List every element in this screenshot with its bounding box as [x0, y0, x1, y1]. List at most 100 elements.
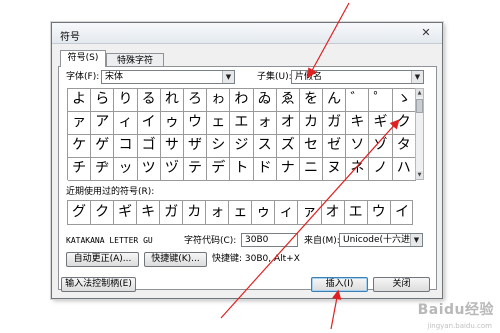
symbol-cell[interactable]: ニ [299, 158, 324, 181]
character-grid[interactable]: よらりるれろゎわゐゑをん゛゜ゝァアィイゥウェエォオカガキギクケゲコゴサザシジスズ… [67, 88, 416, 181]
symbol-cell[interactable]: ェ [207, 112, 231, 135]
recent-symbol-cell[interactable]: キ [137, 201, 161, 224]
symbol-cell[interactable]: ろ [183, 89, 208, 112]
symbol-cell[interactable]: ん [323, 89, 347, 112]
symbol-cell[interactable]: ゝ [392, 89, 416, 112]
symbol-cell[interactable]: セ [299, 135, 324, 158]
symbol-cell[interactable]: ヂ [91, 158, 115, 181]
symbol-cell[interactable]: ゐ [253, 89, 277, 112]
symbol-cell[interactable]: ア [91, 112, 115, 135]
symbol-cell[interactable]: ォ [253, 112, 277, 135]
symbol-cell[interactable]: ガ [323, 112, 347, 135]
symbol-cell[interactable]: ス [253, 135, 277, 158]
symbol-cell[interactable]: を [299, 89, 324, 112]
character-name: KATAKANA LETTER GU [66, 236, 153, 245]
symbol-cell[interactable]: オ [276, 112, 300, 135]
symbol-cell[interactable]: ズ [276, 135, 300, 158]
symbol-cell[interactable]: ト [230, 158, 254, 181]
recent-symbol-cell[interactable]: ク [91, 201, 115, 224]
symbol-cell[interactable]: ツ [137, 158, 161, 181]
from-select[interactable]: Unicode(十六进制) ▼ [339, 233, 423, 247]
char-code-input[interactable]: 30B0 [241, 233, 298, 247]
symbol-cell[interactable]: エ [230, 112, 254, 135]
chevron-down-icon[interactable]: ▼ [411, 71, 423, 83]
symbol-cell[interactable]: ネ [346, 158, 370, 181]
scroll-thumb[interactable] [416, 99, 423, 113]
symbol-cell[interactable]: ノ [369, 158, 393, 181]
symbol-cell[interactable]: ジ [230, 135, 254, 158]
symbol-cell[interactable]: ウ [183, 112, 208, 135]
shortcut-key-info: 快捷键: 30B0, Alt+X [212, 254, 300, 264]
symbol-cell[interactable]: ィ [114, 112, 138, 135]
symbol-cell[interactable]: ら [91, 89, 115, 112]
chevron-down-icon[interactable]: ▼ [410, 234, 422, 246]
symbol-cell[interactable]: ナ [276, 158, 300, 181]
symbol-cell[interactable]: コ [114, 135, 138, 158]
recent-symbol-cell[interactable]: ウ [368, 201, 391, 224]
recent-symbol-cell[interactable]: カ [183, 201, 207, 224]
scroll-up-icon[interactable]: ▲ [416, 89, 423, 97]
symbol-cell[interactable]: れ [160, 89, 184, 112]
symbol-cell[interactable]: ゛ [346, 89, 370, 112]
symbol-cell[interactable]: デ [207, 158, 231, 181]
close-button[interactable]: 关闭 [373, 277, 430, 292]
symbol-cell[interactable]: ヅ [160, 158, 184, 181]
recent-symbol-cell[interactable]: イ [391, 201, 414, 224]
recent-symbol-cell[interactable]: ゥ [252, 201, 276, 224]
symbol-cell[interactable]: ゼ [323, 135, 347, 158]
symbol-cell[interactable]: ゲ [91, 135, 115, 158]
symbol-cell[interactable]: シ [207, 135, 231, 158]
recent-symbol-cell[interactable]: ァ [298, 201, 322, 224]
insert-button[interactable]: 插入(I) [311, 277, 368, 292]
recent-symbol-cell[interactable]: グ [68, 201, 92, 224]
symbol-cell[interactable]: サ [160, 135, 184, 158]
recent-symbol-cell[interactable]: ォ [206, 201, 230, 224]
symbol-cell[interactable]: ゾ [369, 135, 393, 158]
symbol-cell[interactable]: る [137, 89, 161, 112]
symbol-cell[interactable]: わ [230, 89, 254, 112]
autocorrect-button[interactable]: 自动更正(A)... [66, 252, 139, 267]
ime-control-button[interactable]: 输入法控制柄(E) [61, 277, 136, 292]
tab-symbols[interactable]: 符号(S) [60, 50, 106, 67]
font-select[interactable]: 宋体 ▼ [101, 70, 235, 84]
recent-symbol-cell[interactable]: ェ [229, 201, 253, 224]
symbol-cell[interactable]: よ [68, 89, 92, 112]
char-code-label: 字符代码(C): [184, 236, 237, 246]
symbol-cell[interactable]: ッ [114, 158, 138, 181]
close-icon[interactable]: ✕ [418, 26, 434, 40]
symbol-cell[interactable]: ゥ [160, 112, 184, 135]
symbol-cell[interactable]: イ [137, 112, 161, 135]
symbol-cell[interactable]: ク [392, 112, 416, 135]
symbol-cell[interactable]: ハ [392, 158, 416, 181]
symbol-cell[interactable]: タ [392, 135, 416, 158]
symbol-cell[interactable]: ド [253, 158, 277, 181]
recent-symbol-cell[interactable]: オ [322, 201, 345, 224]
scroll-down-icon[interactable]: ▼ [416, 171, 423, 179]
symbol-cell[interactable]: ヌ [323, 158, 347, 181]
chevron-down-icon[interactable]: ▼ [222, 71, 234, 83]
symbol-cell[interactable]: り [114, 89, 138, 112]
symbol-cell[interactable]: ケ [68, 135, 92, 158]
symbol-cell[interactable]: ギ [369, 112, 393, 135]
recent-symbol-cell[interactable]: ギ [114, 201, 138, 224]
subset-select[interactable]: 片假名 ▼ [291, 70, 424, 84]
symbol-cell[interactable]: キ [346, 112, 370, 135]
symbol-cell[interactable]: カ [299, 112, 324, 135]
recent-symbol-cell[interactable]: ィ [275, 201, 299, 224]
symbol-cell[interactable]: ゜ [369, 89, 393, 112]
symbol-cell[interactable]: ザ [183, 135, 208, 158]
symbol-cell[interactable]: ァ [68, 112, 92, 135]
recent-symbol-cell[interactable]: エ [345, 201, 368, 224]
symbol-cell[interactable]: ゑ [276, 89, 300, 112]
symbol-cell[interactable]: ゴ [137, 135, 161, 158]
grid-scrollbar[interactable]: ▲ ▼ [415, 88, 424, 180]
shortcut-key-button[interactable]: 快捷键(K)... [144, 252, 207, 267]
symbol-cell[interactable]: ゎ [207, 89, 231, 112]
symbol-cell[interactable]: チ [68, 158, 92, 181]
recent-symbol-cell[interactable]: ガ [160, 201, 184, 224]
subset-select-value: 片假名 [295, 72, 323, 82]
title-bar[interactable]: 符号 ✕ [52, 23, 442, 44]
recent-symbols-row[interactable]: グクギキガカォェゥィァオエウイ [67, 200, 413, 225]
symbol-cell[interactable]: ソ [346, 135, 370, 158]
symbol-cell[interactable]: テ [183, 158, 208, 181]
